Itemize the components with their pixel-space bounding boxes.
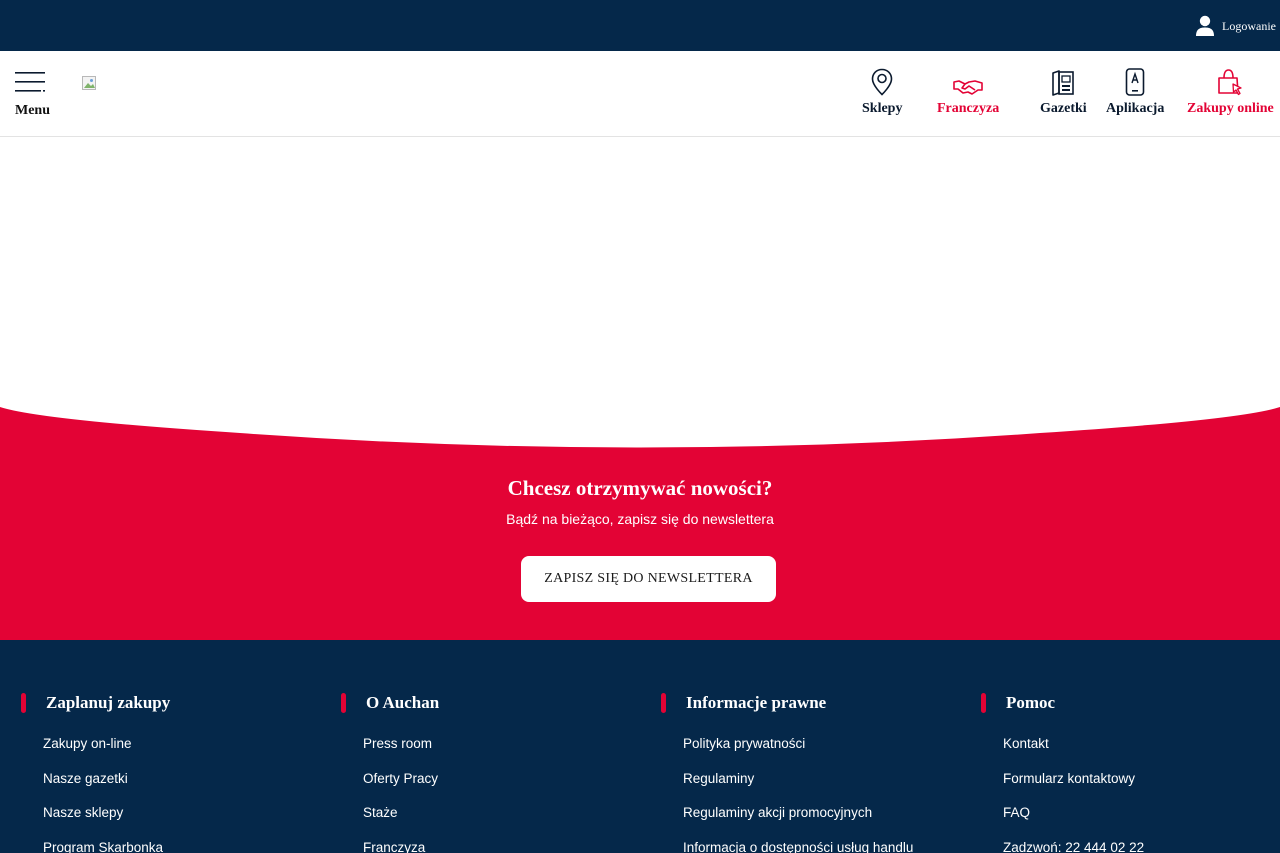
footer-column-o-auchan: O Auchan Press room Oferty Pracy Staże F… <box>320 692 439 853</box>
shopping-bag-icon <box>1218 69 1243 96</box>
newsletter-subtitle: Bądź na bieżąco, zapisz się do newslette… <box>506 511 774 527</box>
footer-link[interactable]: Staże <box>363 803 439 838</box>
nav-sklepy-label: Sklepy <box>862 101 903 116</box>
menu-label: Menu <box>15 103 50 118</box>
footer-column-zaplanuj-zakupy: Zaplanuj zakupy Zakupy on-line Nasze gaz… <box>0 692 170 853</box>
footer-link[interactable]: FAQ <box>1003 803 1144 838</box>
footer-link[interactable]: Informacja o dostępności usług handlu <box>683 838 913 853</box>
footer-column-title: Pomoc <box>1006 693 1056 712</box>
footer-column-pomoc: Pomoc Kontakt Formularz kontaktowy FAQ Z… <box>960 692 1144 853</box>
footer-column-title: O Auchan <box>366 693 440 712</box>
handshake-icon <box>953 80 983 95</box>
footer-accent-bar <box>341 693 346 713</box>
footer-link[interactable]: Formularz kontaktowy <box>1003 769 1144 804</box>
footer-link[interactable]: Oferty Pracy <box>363 769 439 804</box>
nav-franczyza[interactable]: Franczyza <box>937 68 999 117</box>
smartphone-icon <box>1125 68 1145 96</box>
nav-aplikacja[interactable]: Aplikacja <box>1106 68 1164 117</box>
hamburger-icon <box>15 72 45 92</box>
footer-link[interactable]: Nasze sklepy <box>43 803 170 838</box>
footer-accent-bar <box>661 693 666 713</box>
footer-link[interactable]: Regulaminy akcji promocyjnych <box>683 803 913 838</box>
nav-zakupy-online[interactable]: Zakupy online <box>1187 68 1274 117</box>
login-link[interactable]: Logowanie <box>1196 14 1280 38</box>
user-icon <box>1196 15 1214 36</box>
footer: Zaplanuj zakupy Zakupy on-line Nasze gaz… <box>0 640 1280 853</box>
footer-link[interactable]: Program Skarbonka <box>43 838 170 853</box>
footer-accent-bar <box>21 693 26 713</box>
footer-column-informacje-prawne: Informacje prawne Polityka prywatności R… <box>640 692 913 853</box>
footer-column-title: Zaplanuj zakupy <box>46 693 171 712</box>
leaflet-icon <box>1052 70 1075 96</box>
nav-aplikacja-label: Aplikacja <box>1106 101 1165 116</box>
footer-link[interactable]: Franczyza <box>363 838 439 853</box>
nav-franczyza-label: Franczyza <box>937 101 1000 116</box>
nav-sklepy[interactable]: Sklepy <box>862 68 902 117</box>
main-header: Menu Sklepy Franczyza Gazetki Aplikacja … <box>0 51 1280 137</box>
footer-link[interactable]: Regulaminy <box>683 769 913 804</box>
footer-link[interactable]: Nasze gazetki <box>43 769 170 804</box>
logo-image[interactable] <box>82 76 98 92</box>
nav-gazetki[interactable]: Gazetki <box>1040 68 1087 117</box>
login-label: Logowanie <box>1222 18 1276 33</box>
footer-link[interactable]: Press room <box>363 734 439 769</box>
footer-accent-bar <box>981 693 986 713</box>
footer-link[interactable]: Zakupy on-line <box>43 734 170 769</box>
nav-gazetki-label: Gazetki <box>1040 101 1087 116</box>
nav-zakupy-online-label: Zakupy online <box>1187 101 1274 116</box>
location-pin-icon <box>871 68 893 96</box>
menu-button[interactable]: Menu <box>15 71 55 119</box>
footer-link[interactable]: Zadzwoń: 22 444 02 22 <box>1003 838 1144 853</box>
footer-link[interactable]: Polityka prywatności <box>683 734 913 769</box>
footer-column-title: Informacje prawne <box>686 693 827 712</box>
top-bar: Logowanie <box>0 0 1280 51</box>
hero-area <box>0 137 1280 397</box>
newsletter-subscribe-button[interactable]: ZAPISZ SIĘ DO NEWSLETTERA <box>521 556 776 602</box>
newsletter-title: Chcesz otrzymywać nowości? <box>507 476 773 500</box>
footer-link[interactable]: Kontakt <box>1003 734 1144 769</box>
